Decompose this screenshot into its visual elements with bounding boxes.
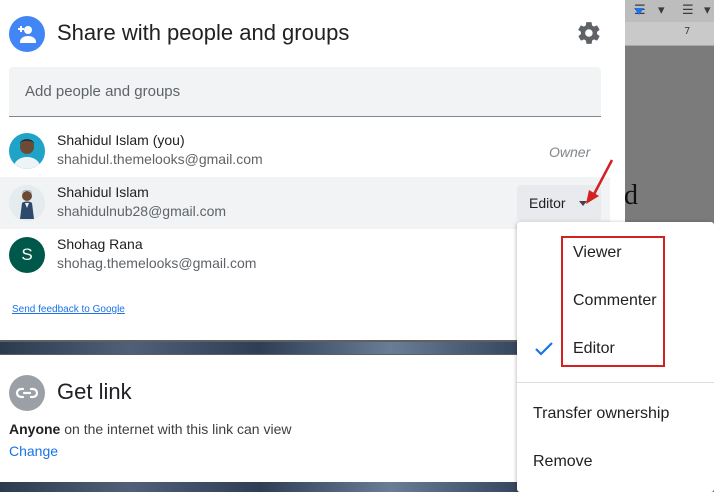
add-person-icon bbox=[9, 16, 45, 52]
get-link-title: Get link bbox=[57, 379, 132, 404]
avatar bbox=[9, 133, 45, 169]
menu-item-label: Transfer ownership bbox=[533, 405, 670, 422]
add-people-input[interactable] bbox=[9, 67, 601, 117]
dialog-title: Share with people and groups bbox=[57, 20, 350, 45]
get-link-panel: Get link Anyone on the internet with thi… bbox=[0, 355, 520, 482]
gear-icon[interactable] bbox=[576, 20, 602, 46]
avatar bbox=[9, 185, 45, 221]
person-name: Shohag Rana bbox=[57, 236, 143, 252]
person-email: shahidulnub28@gmail.com bbox=[57, 203, 227, 219]
ruler-indent-marker bbox=[634, 8, 644, 15]
person-name: Shahidul Islam (you) bbox=[57, 132, 185, 148]
person-name: Shahidul Islam bbox=[57, 184, 149, 200]
menu-item-label: Remove bbox=[533, 453, 593, 470]
background-ruler bbox=[610, 22, 714, 46]
change-link-button[interactable]: Change bbox=[9, 443, 58, 459]
dropdown-arrow-icon: ▾ bbox=[704, 3, 711, 18]
avatar: S bbox=[9, 237, 45, 273]
menu-divider bbox=[517, 382, 714, 383]
document-text: d bbox=[624, 180, 638, 211]
dropdown-arrow-icon: ▾ bbox=[658, 3, 665, 18]
menu-item-transfer-ownership[interactable]: Transfer ownership bbox=[517, 391, 714, 437]
link-icon bbox=[9, 375, 45, 411]
background-image-strip bbox=[0, 342, 520, 354]
menu-item-remove[interactable]: Remove bbox=[517, 439, 714, 485]
background-toolbar: ☰ ▾ ☰ ▾ bbox=[610, 0, 714, 22]
link-access-description: Anyone on the internet with this link ca… bbox=[9, 421, 291, 437]
send-feedback-link[interactable]: Send feedback to Google bbox=[12, 304, 125, 315]
link-access-scope: Anyone bbox=[9, 421, 61, 437]
background-image-strip bbox=[0, 482, 520, 492]
numbered-list-icon: ☰ bbox=[682, 3, 694, 18]
person-email: shahidul.themelooks@gmail.com bbox=[57, 151, 263, 167]
link-access-detail: on the internet with this link can view bbox=[60, 421, 292, 437]
annotation-arrow-icon bbox=[586, 159, 614, 204]
person-email: shohag.themelooks@gmail.com bbox=[57, 255, 257, 271]
annotation-highlight-box bbox=[561, 236, 665, 367]
person-row: Shahidul Islam (you) shahidul.themelooks… bbox=[0, 125, 610, 177]
check-icon bbox=[535, 342, 553, 356]
role-dropdown-label: Editor bbox=[529, 195, 566, 211]
ruler-number: 7 bbox=[684, 26, 691, 37]
